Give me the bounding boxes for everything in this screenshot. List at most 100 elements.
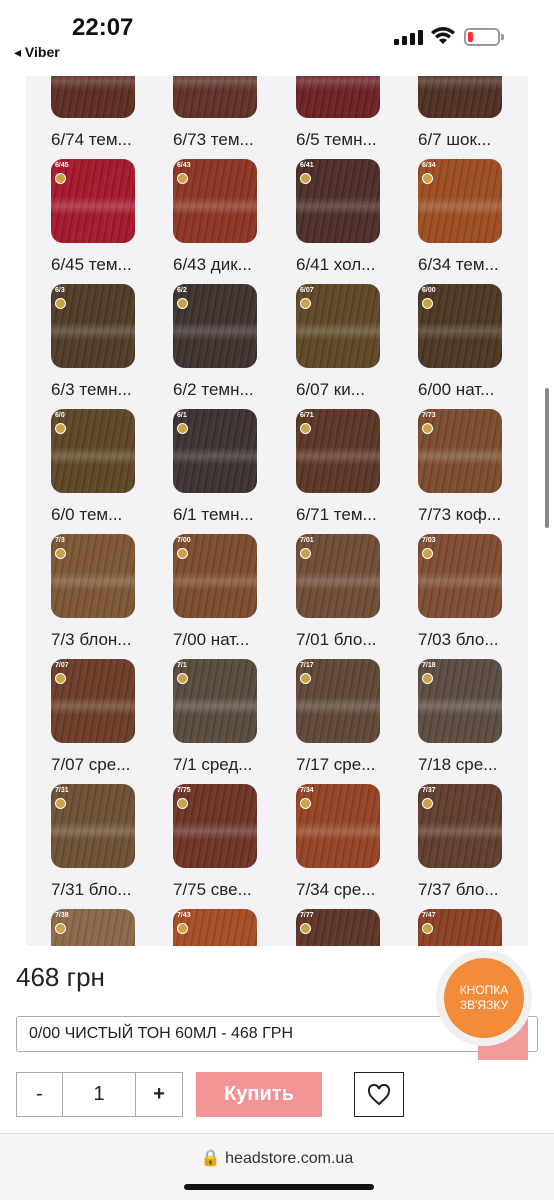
me-badge-icon [422,798,433,809]
swatch-image[interactable]: 6/3 [51,284,135,368]
me-badge-icon [177,798,188,809]
swatch-badge: 7/47 [422,912,436,919]
swatch-row: 6/0 6/0 тем... 6/1 6/1 темн... 6/71 6/71 тем.… [26,409,528,534]
swatch-image[interactable]: 7/77 [296,909,380,946]
swatch-label[interactable]: 6/41 хол... [296,255,386,275]
me-badge-icon [177,923,188,934]
favorite-button[interactable] [354,1072,404,1117]
swatch-label[interactable]: 7/01 бло... [296,630,386,650]
increase-quantity-button[interactable]: + [136,1073,182,1116]
decrease-quantity-button[interactable]: - [17,1073,63,1116]
swatch-label[interactable]: 7/1 сред... [173,755,263,775]
swatch-badge: 7/1 [177,662,187,669]
swatch-image[interactable]: 6/43 [173,159,257,243]
swatch-image[interactable]: 7/03 [418,534,502,618]
swatch-badge: 6/3 [55,287,65,294]
swatch-row: 7/3 7/3 блон... 7/00 7/00 нат... 7/01 7/01 бл… [26,534,528,659]
me-badge-icon [177,173,188,184]
swatch-badge: 7/18 [422,662,436,669]
swatch-image[interactable] [418,76,502,118]
swatch-image[interactable]: 6/71 [296,409,380,493]
product-price: 468 грн [16,962,105,992]
me-badge-icon [55,923,66,934]
swatch-label[interactable]: 6/2 темн... [173,380,263,400]
swatch-label[interactable]: 7/37 бло... [418,880,508,900]
swatch-label[interactable]: 7/07 сре... [51,755,141,775]
me-badge-icon [300,423,311,434]
swatch-image[interactable]: 7/38 [51,909,135,946]
swatch-label[interactable]: 6/73 тем... [173,130,263,150]
swatch-label[interactable]: 7/34 сре... [296,880,386,900]
swatch-label[interactable]: 7/18 сре... [418,755,508,775]
browser-address-bar[interactable]: 🔒 headstore.com.ua [0,1134,554,1200]
swatch-label[interactable]: 6/34 тем... [418,255,508,275]
swatch-image[interactable]: 6/00 [418,284,502,368]
swatch-image[interactable]: 7/31 [51,784,135,868]
swatch-image[interactable]: 6/34 [418,159,502,243]
heart-icon [367,1083,391,1105]
swatch-label[interactable]: 6/74 тем... [51,130,141,150]
swatch-label[interactable]: 6/45 тем... [51,255,141,275]
contact-button[interactable]: КНОПКА ЗВ'ЯЗКУ [436,950,532,1046]
swatch-label[interactable]: 6/7 шок... [418,130,508,150]
swatch-image[interactable]: 7/17 [296,659,380,743]
swatch-badge: 6/45 [55,162,69,169]
me-badge-icon [55,298,66,309]
swatch-label[interactable]: 6/0 тем... [51,505,141,525]
swatch-image[interactable] [173,76,257,118]
swatch-image[interactable]: 6/41 [296,159,380,243]
url-text: 🔒 headstore.com.ua [0,1148,554,1168]
swatch-image[interactable]: 7/1 [173,659,257,743]
swatch-label[interactable]: 7/17 сре... [296,755,386,775]
me-badge-icon [300,673,311,684]
home-indicator [184,1184,374,1190]
swatch-image[interactable]: 7/3 [51,534,135,618]
me-badge-icon [55,423,66,434]
swatch-label[interactable]: 7/00 нат... [173,630,263,650]
swatch-badge: 6/07 [300,287,314,294]
swatch-image[interactable]: 6/07 [296,284,380,368]
swatch-image[interactable]: 6/2 [173,284,257,368]
me-badge-icon [177,673,188,684]
me-badge-icon [55,548,66,559]
swatch-image[interactable]: 7/75 [173,784,257,868]
swatch-image[interactable]: 7/18 [418,659,502,743]
lock-icon: 🔒 [200,1150,221,1167]
swatch-image[interactable]: 7/01 [296,534,380,618]
swatch-label[interactable]: 6/1 темн... [173,505,263,525]
swatch-image[interactable]: 6/1 [173,409,257,493]
swatch-badge: 7/31 [55,787,69,794]
swatch-image[interactable]: 7/34 [296,784,380,868]
swatch-label[interactable]: 7/03 бло... [418,630,508,650]
swatch-image[interactable]: 7/47 [418,909,502,946]
swatch-label[interactable]: 7/3 блон... [51,630,141,650]
swatch-label[interactable]: 7/31 бло... [51,880,141,900]
swatch-image[interactable] [296,76,380,118]
swatch-image[interactable]: 6/0 [51,409,135,493]
url-label: headstore.com.ua [225,1150,354,1167]
contact-button-label: КНОПКА ЗВ'ЯЗКУ [444,958,524,1038]
swatch-image[interactable]: 7/73 [418,409,502,493]
scrollbar[interactable] [545,388,549,528]
swatch-image[interactable]: 7/07 [51,659,135,743]
swatch-label[interactable]: 6/71 тем... [296,505,386,525]
swatch-label[interactable]: 6/07 ки... [296,380,386,400]
swatch-label[interactable]: 6/00 нат... [418,380,508,400]
swatch-image[interactable]: 7/37 [418,784,502,868]
swatch-image[interactable]: 7/43 [173,909,257,946]
swatch-label[interactable]: 6/5 темн... [296,130,386,150]
swatch-badge: 7/07 [55,662,69,669]
swatch-image[interactable]: 6/45 [51,159,135,243]
swatch-image[interactable] [51,76,135,118]
swatch-badge: 6/2 [177,287,187,294]
swatch-label[interactable]: 7/75 све... [173,880,263,900]
swatch-label[interactable]: 6/43 дик... [173,255,263,275]
buy-button[interactable]: Купить [196,1072,322,1117]
swatch-label[interactable]: 7/73 коф... [418,505,508,525]
swatch-badge: 7/01 [300,537,314,544]
me-badge-icon [300,798,311,809]
swatch-image[interactable]: 7/00 [173,534,257,618]
back-to-viber-link[interactable]: ◂ Viber [14,44,60,61]
quantity-input[interactable]: 1 [63,1073,137,1116]
swatch-label[interactable]: 6/3 темн... [51,380,141,400]
